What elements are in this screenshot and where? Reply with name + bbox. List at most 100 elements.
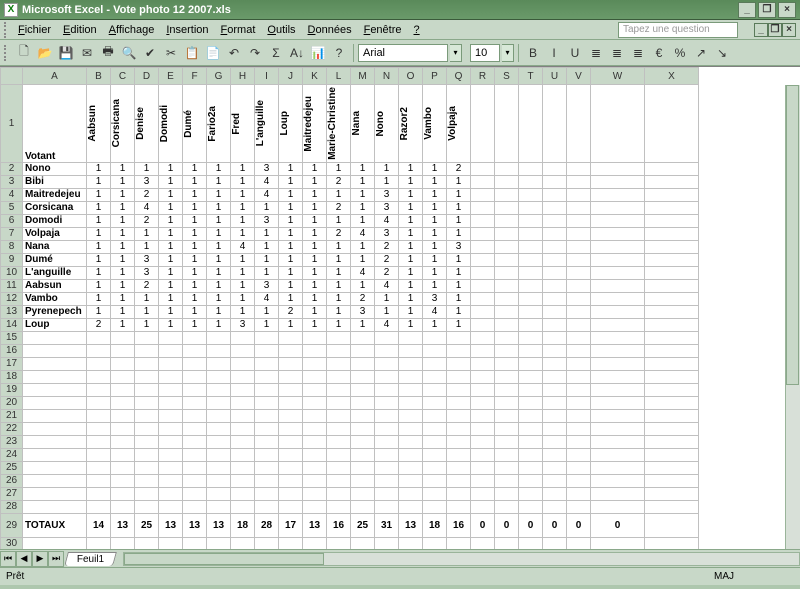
row-header-26[interactable]: 26 <box>1 474 23 487</box>
toolbar-icon[interactable]: ↶ <box>224 43 244 63</box>
toolbar-style-icon[interactable]: ≣ <box>607 43 627 63</box>
col-header-D[interactable]: D <box>135 68 159 85</box>
menu-outils[interactable]: Outils <box>261 22 301 38</box>
row-header-11[interactable]: 11 <box>1 279 23 292</box>
row-header-7[interactable]: 7 <box>1 227 23 240</box>
menu-format[interactable]: Format <box>215 22 262 38</box>
toolbar-icon[interactable]: 💾 <box>56 43 76 63</box>
help-search-input[interactable]: Tapez une question <box>618 22 738 38</box>
toolbar-icon[interactable]: 📊 <box>308 43 328 63</box>
row-header-18[interactable]: 18 <box>1 370 23 383</box>
col-header-I[interactable]: I <box>255 68 279 85</box>
doc-maximize-button[interactable]: ❐ <box>768 23 782 37</box>
row-header-10[interactable]: 10 <box>1 266 23 279</box>
tab-nav-next[interactable]: ▶ <box>32 551 48 567</box>
row-header-19[interactable]: 19 <box>1 383 23 396</box>
tab-nav-first[interactable]: ⏮ <box>0 551 16 567</box>
col-header-G[interactable]: G <box>207 68 231 85</box>
col-header-S[interactable]: S <box>495 68 519 85</box>
toolbar-icon[interactable]: 📄 <box>203 43 223 63</box>
toolbar-style-icon[interactable]: ↗ <box>691 43 711 63</box>
row-header-1[interactable]: 1 <box>1 85 23 163</box>
toolbar-style-icon[interactable]: % <box>670 43 690 63</box>
toolbar-icon[interactable]: ✂ <box>161 43 181 63</box>
select-all-corner[interactable] <box>1 68 23 85</box>
font-name-input[interactable]: Arial <box>358 44 448 62</box>
col-header-Q[interactable]: Q <box>447 68 471 85</box>
toolbar-icon[interactable]: 🔍 <box>119 43 139 63</box>
col-header-K[interactable]: K <box>303 68 327 85</box>
row-header-6[interactable]: 6 <box>1 214 23 227</box>
col-header-H[interactable]: H <box>231 68 255 85</box>
row-header-23[interactable]: 23 <box>1 435 23 448</box>
toolbar-icon[interactable]: 📂 <box>35 43 55 63</box>
toolbar-style-icon[interactable]: ≣ <box>586 43 606 63</box>
col-header-W[interactable]: W <box>591 68 645 85</box>
doc-close-button[interactable]: × <box>782 23 796 37</box>
doc-minimize-button[interactable]: _ <box>754 23 768 37</box>
row-header-17[interactable]: 17 <box>1 357 23 370</box>
row-header-21[interactable]: 21 <box>1 409 23 422</box>
col-header-U[interactable]: U <box>543 68 567 85</box>
horizontal-scrollbar[interactable] <box>123 552 800 566</box>
row-header-14[interactable]: 14 <box>1 318 23 331</box>
row-header-9[interactable]: 9 <box>1 253 23 266</box>
minimize-button[interactable]: _ <box>738 2 756 18</box>
toolbar-style-icon[interactable]: B <box>523 43 543 63</box>
vertical-scrollbar[interactable] <box>785 85 800 549</box>
row-header-29[interactable]: 29 <box>1 513 23 537</box>
toolbar-icon[interactable]: ? <box>329 43 349 63</box>
menu-fenêtre[interactable]: Fenêtre <box>358 22 408 38</box>
close-button[interactable]: × <box>778 2 796 18</box>
worksheet-area[interactable]: ABCDEFGHIJKLMNOPQRSTUVWX1VotantAabsunCor… <box>0 66 800 549</box>
row-header-30[interactable]: 30 <box>1 537 23 549</box>
toolbar-icon[interactable]: Σ <box>266 43 286 63</box>
col-header-R[interactable]: R <box>471 68 495 85</box>
row-header-28[interactable]: 28 <box>1 500 23 513</box>
col-header-J[interactable]: J <box>279 68 303 85</box>
col-header-P[interactable]: P <box>423 68 447 85</box>
maximize-button[interactable]: ❐ <box>758 2 776 18</box>
toolbar-handle[interactable] <box>4 22 8 38</box>
col-header-A[interactable]: A <box>23 68 87 85</box>
col-header-X[interactable]: X <box>645 68 699 85</box>
toolbar-icon[interactable]: 🖶 <box>98 43 118 63</box>
toolbar-handle[interactable] <box>4 45 8 61</box>
row-header-8[interactable]: 8 <box>1 240 23 253</box>
col-header-E[interactable]: E <box>159 68 183 85</box>
toolbar-icon[interactable]: ✉ <box>77 43 97 63</box>
col-header-F[interactable]: F <box>183 68 207 85</box>
col-header-N[interactable]: N <box>375 68 399 85</box>
toolbar-icon[interactable]: ✔ <box>140 43 160 63</box>
menu-edition[interactable]: Edition <box>57 22 103 38</box>
menu-affichage[interactable]: Affichage <box>103 22 161 38</box>
row-header-25[interactable]: 25 <box>1 461 23 474</box>
font-name-dropdown[interactable]: ▾ <box>450 44 462 62</box>
col-header-B[interactable]: B <box>87 68 111 85</box>
row-header-22[interactable]: 22 <box>1 422 23 435</box>
col-header-V[interactable]: V <box>567 68 591 85</box>
row-header-2[interactable]: 2 <box>1 162 23 175</box>
toolbar-style-icon[interactable]: ↘ <box>712 43 732 63</box>
font-size-input[interactable]: 10 <box>470 44 500 62</box>
row-header-5[interactable]: 5 <box>1 201 23 214</box>
col-header-T[interactable]: T <box>519 68 543 85</box>
row-header-24[interactable]: 24 <box>1 448 23 461</box>
toolbar-style-icon[interactable]: € <box>649 43 669 63</box>
row-header-20[interactable]: 20 <box>1 396 23 409</box>
menu-données[interactable]: Données <box>302 22 358 38</box>
toolbar-icon[interactable]: A↓ <box>287 43 307 63</box>
sheet-tab[interactable]: Feuil1 <box>64 552 117 566</box>
row-header-13[interactable]: 13 <box>1 305 23 318</box>
toolbar-style-icon[interactable]: ≣ <box>628 43 648 63</box>
toolbar-style-icon[interactable]: I <box>544 43 564 63</box>
col-header-M[interactable]: M <box>351 68 375 85</box>
toolbar-icon[interactable]: 🗋 <box>14 43 34 63</box>
menu-fichier[interactable]: Fichier <box>12 22 57 38</box>
col-header-L[interactable]: L <box>327 68 351 85</box>
row-header-4[interactable]: 4 <box>1 188 23 201</box>
row-header-27[interactable]: 27 <box>1 487 23 500</box>
row-header-12[interactable]: 12 <box>1 292 23 305</box>
toolbar-style-icon[interactable]: U <box>565 43 585 63</box>
col-header-O[interactable]: O <box>399 68 423 85</box>
